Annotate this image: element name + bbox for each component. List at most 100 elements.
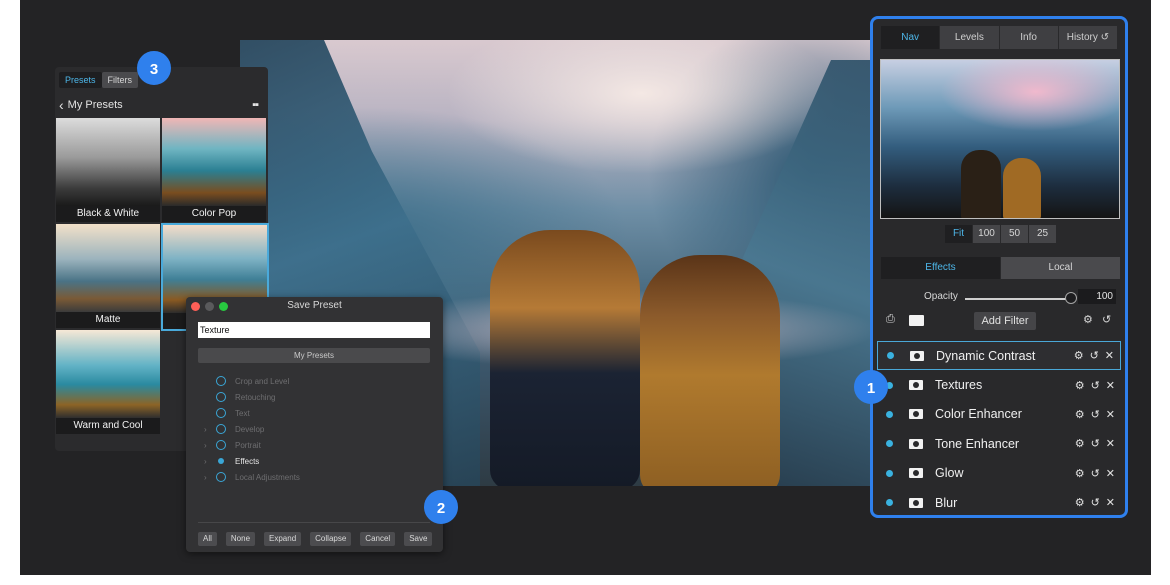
filter-actions: ⚙ ↺ ✕	[1069, 496, 1115, 509]
category-label: Retouching	[235, 392, 276, 402]
tab-levels[interactable]: Levels	[940, 26, 999, 49]
tab-effects[interactable]: Effects	[881, 257, 1000, 279]
mask-icon[interactable]	[909, 380, 923, 391]
reset-icon[interactable]: ↺	[1090, 349, 1099, 362]
close-icon[interactable]: ✕	[1106, 467, 1115, 480]
category-row[interactable]: › Local Adjustments	[204, 469, 300, 485]
radio-icon[interactable]	[216, 392, 226, 402]
close-icon[interactable]: ✕	[1105, 349, 1114, 362]
category-row[interactable]: › Develop	[204, 421, 300, 437]
zoom-100-button[interactable]: 100	[973, 225, 1000, 243]
filter-row[interactable]: Textures ⚙ ↺ ✕	[877, 370, 1121, 399]
mask-icon[interactable]	[910, 350, 924, 361]
photo-person-left	[490, 230, 640, 486]
preview-person-left	[961, 150, 1001, 218]
gear-icon[interactable]: ⚙	[1083, 313, 1093, 326]
zoom-fit-button[interactable]: Fit	[945, 225, 972, 243]
filter-visibility-dot[interactable]	[886, 440, 893, 448]
filter-row-selected[interactable]: Dynamic Contrast ⚙ ↺ ✕	[877, 341, 1121, 371]
tab-local[interactable]: Local	[1001, 257, 1120, 279]
gear-icon[interactable]: ⚙	[1075, 408, 1085, 421]
radio-icon[interactable]	[216, 472, 226, 482]
back-chevron-icon[interactable]: ‹	[59, 97, 64, 113]
preset-caption: Warm and Cool	[56, 418, 160, 434]
tab-filters[interactable]: Filters	[101, 72, 139, 88]
save-preset-dialog: Save Preset My Presets Crop and Level Re…	[186, 297, 443, 552]
radio-icon[interactable]	[216, 408, 226, 418]
preset-thumbnail[interactable]: Matte	[56, 224, 160, 328]
filter-row[interactable]: Glow ⚙ ↺ ✕	[877, 459, 1121, 488]
expand-button[interactable]: Expand	[264, 532, 302, 546]
none-button[interactable]: None	[225, 532, 256, 546]
mask-icon[interactable]	[909, 468, 923, 479]
zoom-50-button[interactable]: 50	[1001, 225, 1028, 243]
gear-icon[interactable]: ⚙	[1075, 467, 1085, 480]
reset-icon[interactable]: ↺	[1091, 467, 1100, 480]
filter-row[interactable]: Blur ⚙ ↺ ✕	[877, 488, 1121, 517]
zoom-25-button[interactable]: 25	[1029, 225, 1056, 243]
add-filter-button[interactable]: Add Filter	[974, 312, 1036, 330]
category-row-selected[interactable]: › Effects	[204, 453, 300, 469]
opacity-slider-knob[interactable]	[1065, 292, 1077, 304]
category-row[interactable]: Text	[204, 405, 300, 421]
gear-icon[interactable]: ⚙	[1075, 379, 1085, 392]
close-icon[interactable]: ✕	[1106, 496, 1115, 509]
preset-thumbnail[interactable]: Warm and Cool	[56, 330, 160, 434]
category-row[interactable]: › Portrait	[204, 437, 300, 453]
filter-row[interactable]: Color Enhancer ⚙ ↺ ✕	[877, 400, 1121, 429]
cancel-button[interactable]: Cancel	[360, 532, 396, 546]
radio-icon-filled[interactable]	[218, 458, 224, 464]
all-button[interactable]: All	[198, 532, 217, 546]
reset-icon[interactable]: ↺	[1091, 496, 1100, 509]
opacity-slider-track[interactable]	[965, 298, 1073, 300]
save-button[interactable]: Save	[404, 532, 433, 546]
tab-info[interactable]: Info	[999, 26, 1058, 49]
mask-icon[interactable]	[909, 438, 923, 449]
reset-icon[interactable]: ↺	[1102, 313, 1111, 326]
preset-thumbnail[interactable]: Color Pop	[162, 118, 266, 222]
presets-folder-title: My Presets	[67, 99, 123, 111]
dialog-title: Save Preset	[287, 300, 342, 311]
mask-icon[interactable]	[909, 497, 923, 508]
callout-badge-2: 2	[424, 490, 458, 524]
gear-icon[interactable]: ⚙	[1075, 437, 1085, 450]
preset-caption: Color Pop	[162, 206, 266, 222]
filter-visibility-dot[interactable]	[886, 499, 893, 507]
expand-chevron-icon[interactable]: ›	[204, 425, 216, 434]
category-row[interactable]: Crop and Level	[204, 373, 300, 389]
reset-icon[interactable]: ↺	[1091, 408, 1100, 421]
expand-chevron-icon[interactable]: ›	[204, 457, 216, 466]
gear-icon[interactable]: ⚙	[1074, 349, 1084, 362]
reset-icon[interactable]: ↺	[1091, 379, 1100, 392]
filter-name: Tone Enhancer	[935, 436, 1020, 451]
close-icon[interactable]: ✕	[1106, 379, 1115, 392]
filter-actions: ⚙ ↺ ✕	[1069, 408, 1115, 421]
filter-visibility-dot[interactable]	[886, 469, 893, 477]
radio-icon[interactable]	[216, 440, 226, 450]
expand-chevron-icon[interactable]: ›	[204, 441, 216, 450]
mask-icon[interactable]	[909, 409, 923, 420]
filter-visibility-dot[interactable]	[886, 410, 893, 418]
category-row[interactable]: Retouching	[204, 389, 300, 405]
filter-visibility-dot[interactable]	[887, 352, 894, 360]
preset-thumbnail[interactable]: Black & White	[56, 118, 160, 222]
radio-icon[interactable]	[216, 376, 226, 386]
collapse-button[interactable]: Collapse	[310, 532, 352, 546]
tab-history[interactable]: History ↺	[1058, 26, 1117, 49]
mask-icon[interactable]	[909, 315, 924, 326]
reset-icon[interactable]: ↺	[1091, 437, 1100, 450]
opacity-value-field[interactable]: 100	[1078, 289, 1116, 304]
filter-row[interactable]: Tone Enhancer ⚙ ↺ ✕	[877, 429, 1121, 458]
grid-view-icon[interactable]: ▪▪	[252, 99, 259, 111]
preset-name-input[interactable]	[198, 322, 430, 338]
close-icon[interactable]: ✕	[1106, 408, 1115, 421]
tab-presets[interactable]: Presets	[59, 72, 102, 88]
folder-select[interactable]: My Presets	[198, 348, 430, 363]
tab-nav[interactable]: Nav	[881, 26, 940, 49]
gear-icon[interactable]: ⚙	[1075, 496, 1085, 509]
navigator-preview[interactable]	[880, 59, 1120, 219]
expand-chevron-icon[interactable]: ›	[204, 473, 216, 482]
radio-icon[interactable]	[216, 424, 226, 434]
export-icon[interactable]: ⎙	[886, 313, 895, 326]
close-icon[interactable]: ✕	[1106, 437, 1115, 450]
